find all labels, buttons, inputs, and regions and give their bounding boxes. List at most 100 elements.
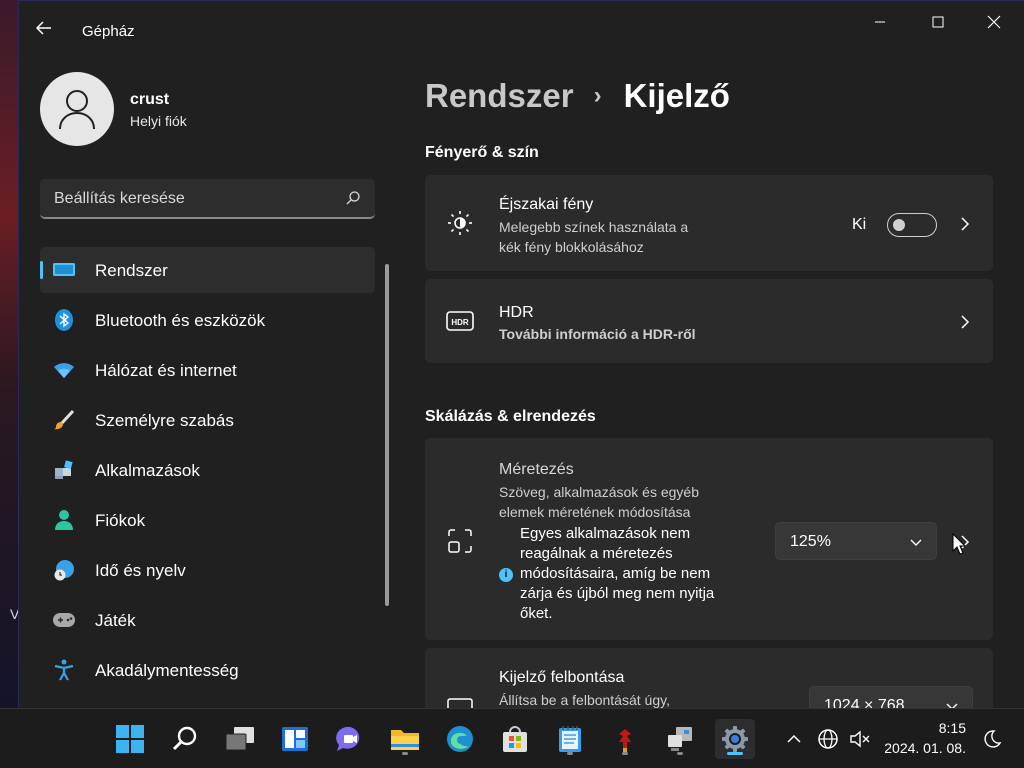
night-light-title: Éjszakai fény [499,196,594,213]
active-indicator [40,261,43,279]
start-button[interactable] [110,719,150,759]
sidebar-item-bluetooth[interactable]: Bluetooth és eszközök [40,297,375,343]
volume-tray-button[interactable] [848,727,872,751]
running-indicator-active [727,752,743,755]
avatar[interactable] [40,72,114,146]
taskbar-search-button[interactable] [165,719,205,759]
person-icon [52,508,76,532]
volume-muted-icon [850,730,870,748]
scale-card[interactable]: Méretezés Szöveg, alkalmazások és egyéb … [425,438,993,640]
night-light-card[interactable]: Éjszakai fény Melegebb színek használata… [425,175,993,271]
search-icon [172,726,197,751]
scale-value: 125% [790,533,831,550]
running-indicator [622,752,628,755]
gamepad-icon [52,608,76,632]
bluetooth-icon [52,308,76,332]
notepad-icon [559,726,581,752]
chat-button[interactable] [330,719,370,759]
sidebar-item-label: Hálózat és internet [95,361,237,380]
close-button[interactable] [971,7,1017,37]
chevron-down-icon [910,535,922,553]
file-explorer-icon [391,730,419,750]
brightness-icon [445,208,475,238]
network-app-button[interactable] [660,719,700,759]
app-button[interactable] [605,719,645,759]
app-title: Gépház [82,23,135,40]
chevron-down-icon [946,699,958,708]
widgets-icon [282,727,308,751]
maximize-button[interactable] [915,7,961,37]
sidebar-item-label: Személyre szabás [95,411,234,430]
app-icon [619,729,631,752]
hdr-title: HDR [499,304,534,321]
minimize-button[interactable] [857,7,903,37]
running-indicator [402,752,408,755]
network-app-icon [668,727,692,751]
resolution-icon [445,692,475,708]
title-bar: Gépház [19,1,1024,45]
show-hidden-icons-button[interactable] [782,727,806,751]
sidebar-item-personalization[interactable]: Személyre szabás [40,397,375,443]
file-explorer-button[interactable] [385,719,425,759]
clock[interactable]: 8:15 2024. 01. 08. [884,718,966,758]
back-button[interactable] [35,19,59,43]
section-title-brightness: Fényerő & szín [425,144,539,161]
search-box[interactable] [40,179,375,219]
scale-icon [445,526,475,556]
resolution-card[interactable]: Kijelző felbontása Állítsa be a felbontá… [425,648,993,708]
clock-time: 8:15 [938,720,966,736]
resolution-value: 1024 × 768 [824,697,905,708]
svg-text:HDR: HDR [451,318,469,327]
toggle-knob [893,219,905,231]
night-light-subtitle-2: kék fény blokkolásához [499,239,644,255]
search-icon[interactable] [345,190,361,211]
sidebar-nav: Rendszer Bluetooth és eszközök Hálózat é… [40,247,375,697]
task-view-icon [225,727,254,751]
notepad-button[interactable] [550,719,590,759]
arrow-left-icon [35,21,51,35]
store-icon [503,726,527,752]
sidebar-item-system[interactable]: Rendszer [40,247,375,293]
sidebar-item-label: Akadálymentesség [95,661,239,680]
store-button[interactable] [495,719,535,759]
resolution-dropdown[interactable]: 1024 × 768 [809,686,973,708]
widgets-button[interactable] [275,719,315,759]
hdr-card[interactable]: HDR HDR További információ a HDR-ről [425,279,993,363]
task-view-button[interactable] [220,719,260,759]
scale-info-1: Egyes alkalmazások nem [520,525,691,542]
close-icon [987,15,1001,29]
globe-clock-icon [52,558,76,582]
focus-assist-button[interactable] [980,727,1004,751]
globe-icon [818,729,838,749]
sidebar-item-accessibility[interactable]: Akadálymentesség [40,647,375,693]
chevron-right-icon [957,314,973,330]
scale-dropdown[interactable]: 125% [775,522,937,560]
resolution-title: Kijelző felbontása [499,669,625,686]
taskbar: 8:15 2024. 01. 08. [0,708,1024,768]
breadcrumb-parent[interactable]: Rendszer [425,77,574,115]
night-light-toggle[interactable] [887,213,937,237]
edge-icon [447,726,473,752]
sidebar-item-accounts[interactable]: Fiókok [40,497,375,543]
settings-button[interactable] [715,719,755,759]
page-title: Kijelző [623,77,730,114]
hdr-learn-more-link[interactable]: További információ a HDR-ről [499,324,696,344]
brush-icon [52,408,76,432]
sidebar-item-time-language[interactable]: Idő és nyelv [40,547,375,593]
hdr-icon: HDR [445,306,475,336]
user-icon [59,90,95,130]
sidebar-item-apps[interactable]: Alkalmazások [40,447,375,493]
settings-window: Gépház crust Helyi fiók Rendszer [18,0,1024,708]
sidebar-item-network[interactable]: Hálózat és internet [40,347,375,393]
breadcrumb: Rendszer › Kijelző [425,77,730,115]
sidebar-item-label: Bluetooth és eszközök [95,311,266,330]
sidebar-scrollbar[interactable] [385,264,389,606]
accessibility-icon [52,658,76,682]
search-input[interactable] [54,188,324,210]
network-tray-button[interactable] [816,727,840,751]
edge-button[interactable] [440,719,480,759]
sidebar-item-gaming[interactable]: Játék [40,597,375,643]
system-icon [52,258,76,282]
info-icon: i [499,568,513,582]
breadcrumb-separator: › [593,82,602,109]
